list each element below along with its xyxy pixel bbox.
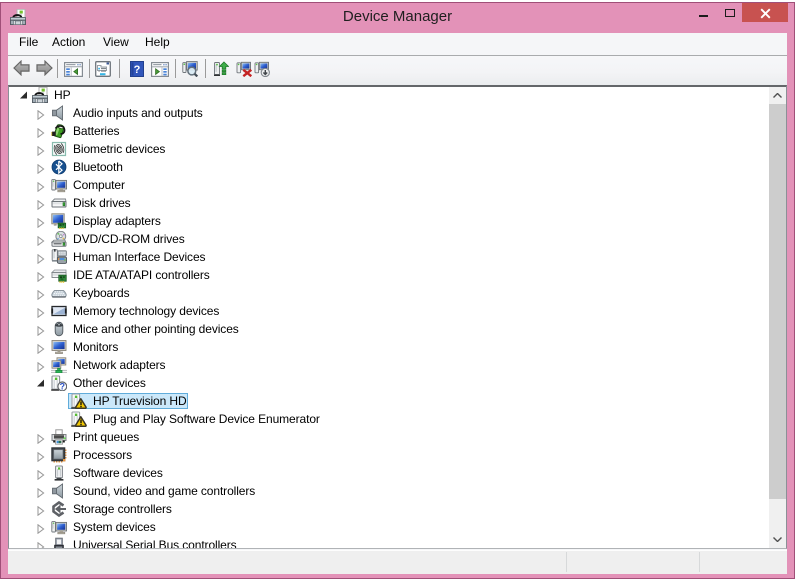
svg-text:?: ? — [134, 64, 141, 76]
